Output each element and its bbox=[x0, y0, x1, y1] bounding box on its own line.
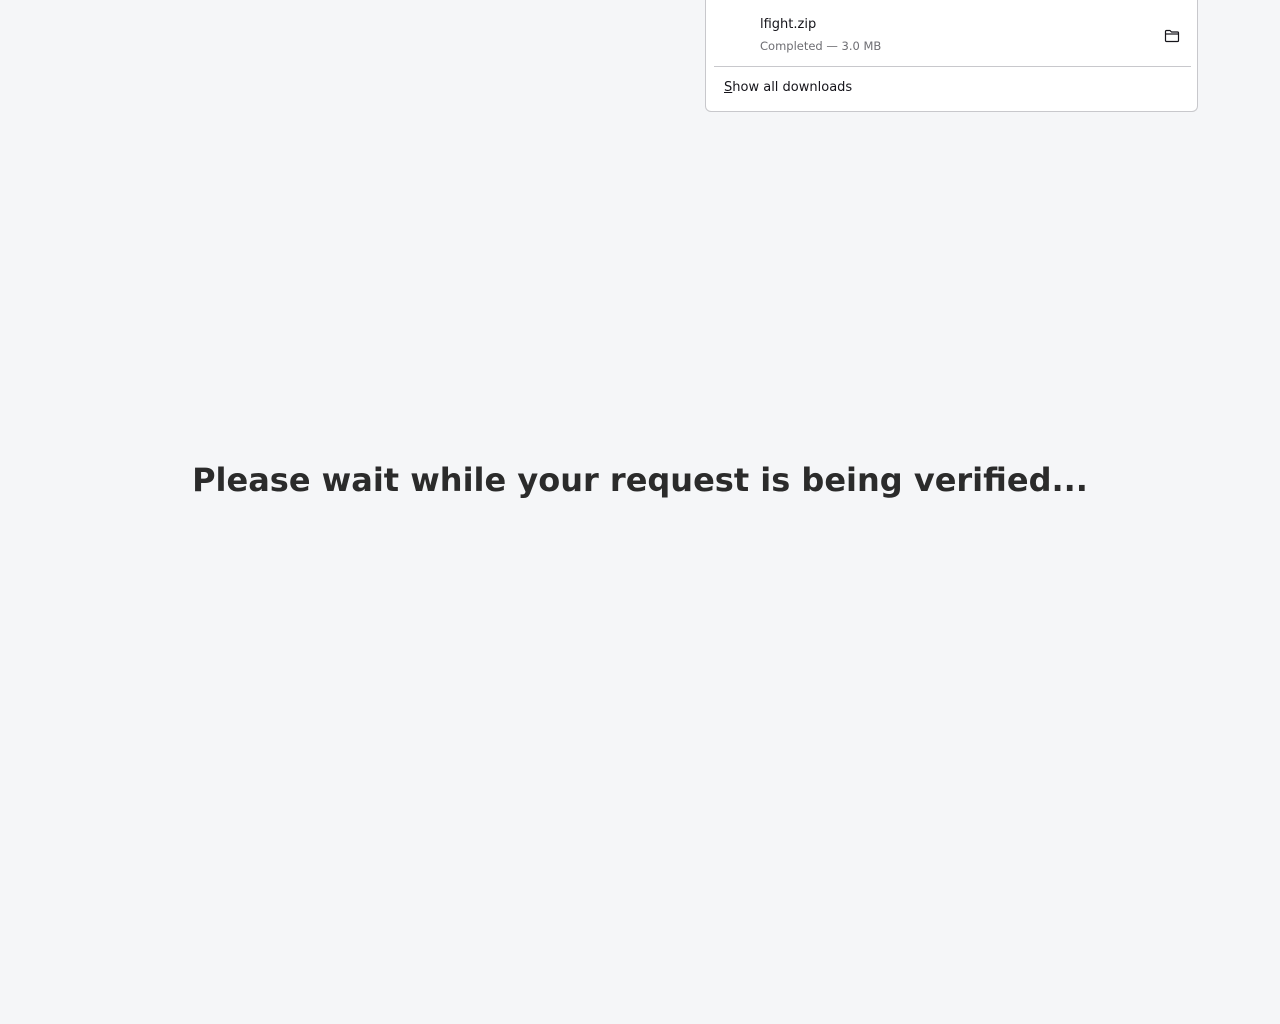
zip-file-icon bbox=[726, 18, 750, 48]
panel-separator bbox=[714, 66, 1191, 67]
page: Please wait while your request is being … bbox=[0, 0, 1280, 1024]
show-all-downloads-button[interactable]: Show all downloads bbox=[724, 80, 852, 95]
verification-message: Please wait while your request is being … bbox=[192, 461, 1088, 499]
show-all-label: how all downloads bbox=[732, 80, 853, 95]
download-item[interactable]: lfight.zip Completed — 3.0 MB bbox=[714, 4, 1192, 66]
show-in-folder-button[interactable] bbox=[1160, 24, 1184, 48]
download-status: Completed — 3.0 MB bbox=[760, 39, 882, 53]
folder-icon bbox=[1164, 29, 1180, 43]
download-file-name: lfight.zip bbox=[760, 17, 817, 32]
downloads-panel: lfight.zip Completed — 3.0 MB Show all d… bbox=[705, 0, 1198, 112]
